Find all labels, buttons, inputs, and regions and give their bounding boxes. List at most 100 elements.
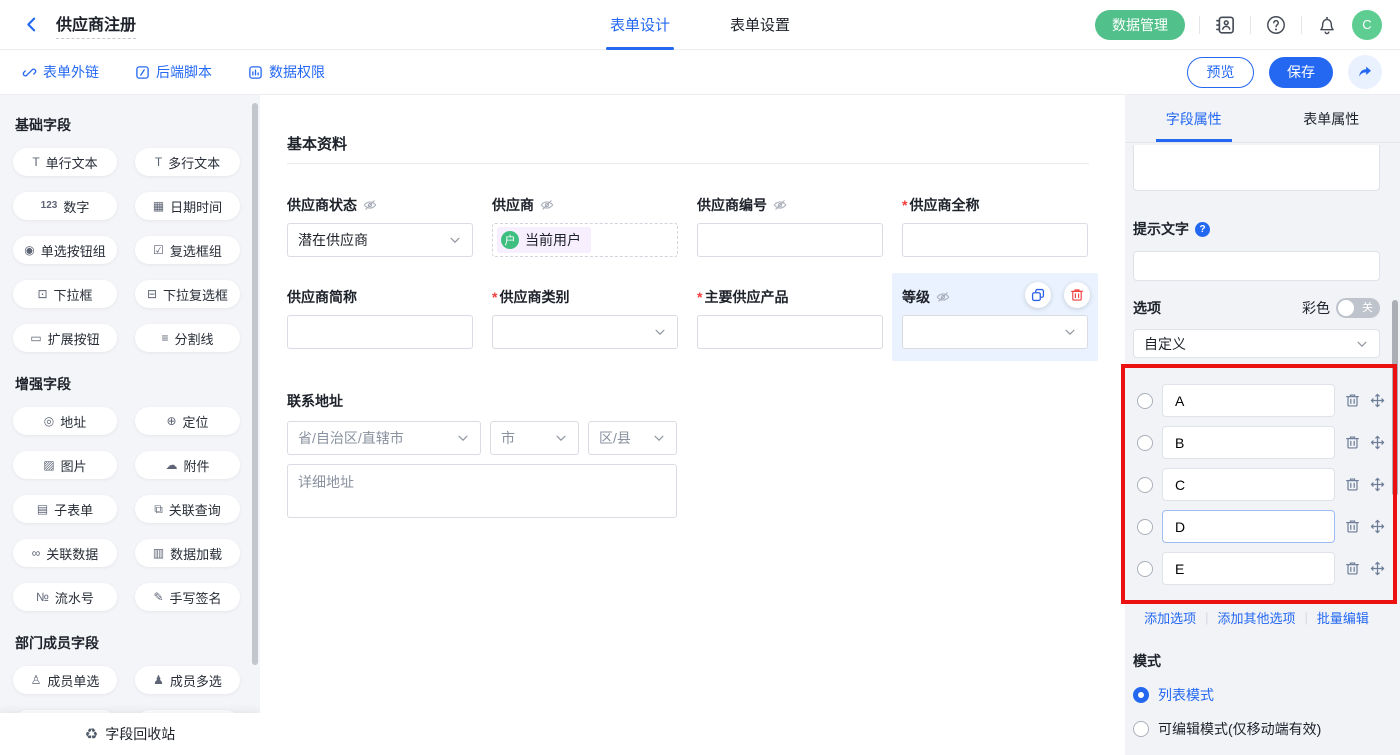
field-supplier-short-name[interactable]: 供应商简称 <box>287 287 473 349</box>
delete-option-button[interactable] <box>1344 561 1360 577</box>
color-toggle[interactable]: 关 <box>1336 298 1380 318</box>
preview-button[interactable]: 预览 <box>1187 57 1254 88</box>
option-value-input[interactable] <box>1162 510 1335 543</box>
field-item-member-single[interactable]: ♙成员单选 <box>13 666 117 694</box>
add-option-link[interactable]: 添加选项 <box>1144 608 1196 627</box>
field-item-address[interactable]: ◎地址 <box>13 407 117 435</box>
field-item-relation-query[interactable]: ⧉关联查询 <box>135 495 240 523</box>
supplier-no-input[interactable] <box>697 223 883 257</box>
field-grade-selected[interactable]: 等级 <box>902 287 1088 361</box>
field-supplier-status[interactable]: 供应商状态 潜在供应商 <box>287 195 473 257</box>
field-item-member-multi[interactable]: ♟成员多选 <box>135 666 240 694</box>
field-item-signature[interactable]: ✎手写签名 <box>135 583 240 611</box>
field-item-data-load[interactable]: ▥数据加载 <box>135 539 240 567</box>
dictionary-icon[interactable] <box>1214 14 1236 36</box>
supplier-full-name-input[interactable] <box>902 223 1088 257</box>
field-item-single-line-text[interactable]: T单行文本 <box>13 148 117 176</box>
option-radio[interactable] <box>1137 519 1153 535</box>
copy-field-button[interactable] <box>1025 282 1051 308</box>
field-item-multi-dropdown[interactable]: ⊟下拉复选框 <box>135 280 240 308</box>
field-supplier[interactable]: 供应商 户当前用户 <box>492 195 678 257</box>
tab-form-settings[interactable]: 表单设置 <box>730 0 790 50</box>
option-radio[interactable] <box>1137 561 1153 577</box>
mode-list-radio[interactable]: 列表模式 <box>1133 685 1380 705</box>
current-user-tag: 户当前用户 <box>497 227 591 253</box>
field-item-location[interactable]: ⊕定位 <box>135 407 240 435</box>
field-item-image[interactable]: ▨图片 <box>13 451 117 479</box>
option-value-input[interactable] <box>1162 468 1335 501</box>
delete-option-button[interactable] <box>1344 435 1360 451</box>
field-item-divider-line[interactable]: ≡分割线 <box>135 324 240 352</box>
field-item-subform[interactable]: ▤子表单 <box>13 495 117 523</box>
add-other-option-link[interactable]: 添加其他选项 <box>1217 608 1295 627</box>
field-item-checkbox-group[interactable]: ☑复选框组 <box>135 236 240 264</box>
delete-option-button[interactable] <box>1344 519 1360 535</box>
supplier-status-select[interactable]: 潜在供应商 <box>287 223 473 257</box>
district-select[interactable]: 区/县 <box>588 421 677 455</box>
grade-select[interactable] <box>902 315 1088 349</box>
move-icon <box>1370 393 1385 408</box>
batch-edit-link[interactable]: 批量编辑 <box>1317 608 1369 627</box>
sidebar-scrollbar[interactable] <box>252 103 258 665</box>
detail-address-textarea[interactable] <box>287 464 677 518</box>
drag-option-handle[interactable] <box>1369 561 1385 577</box>
delete-option-button[interactable] <box>1344 393 1360 409</box>
field-item-attachment[interactable]: ☁附件 <box>135 451 240 479</box>
drag-option-handle[interactable] <box>1369 477 1385 493</box>
address-pin-icon: ◎ <box>44 415 54 427</box>
help-badge-icon[interactable]: ? <box>1195 222 1210 237</box>
field-supplier-no[interactable]: 供应商编号 <box>697 195 883 257</box>
back-button[interactable] <box>20 14 42 36</box>
drag-option-handle[interactable] <box>1369 519 1385 535</box>
save-button[interactable]: 保存 <box>1269 57 1333 88</box>
field-contact-address[interactable]: 联系地址 省/自治区/直辖市 市 区/县 <box>287 391 677 521</box>
chevron-down-icon <box>1355 337 1369 351</box>
data-permission-link[interactable]: 数据权限 <box>248 62 325 82</box>
tab-field-properties[interactable]: 字段属性 <box>1125 95 1263 142</box>
field-item-serial-number[interactable]: №流水号 <box>13 583 117 611</box>
field-title-input-clipped[interactable] <box>1133 145 1380 191</box>
share-button[interactable] <box>1348 55 1382 89</box>
option-radio[interactable] <box>1137 477 1153 493</box>
help-icon[interactable] <box>1265 14 1287 36</box>
user-avatar[interactable]: C <box>1352 10 1382 40</box>
drag-option-handle[interactable] <box>1369 435 1385 451</box>
delete-option-button[interactable] <box>1344 477 1360 493</box>
field-item-relation-data[interactable]: ∞关联数据 <box>13 539 117 567</box>
form-toolbar: 表单外链 后端脚本 数据权限 预览 保存 <box>0 50 1400 95</box>
field-supplier-full-name[interactable]: *供应商全称 <box>902 195 1088 257</box>
form-external-link[interactable]: 表单外链 <box>22 62 99 82</box>
option-value-input[interactable] <box>1162 426 1335 459</box>
province-select[interactable]: 省/自治区/直辖市 <box>287 421 481 455</box>
option-radio[interactable] <box>1137 393 1153 409</box>
field-item-dropdown[interactable]: ⊡下拉框 <box>13 280 117 308</box>
drag-option-handle[interactable] <box>1369 393 1385 409</box>
supplier-category-select[interactable] <box>492 315 678 349</box>
data-manage-button[interactable]: 数据管理 <box>1095 10 1185 40</box>
delete-field-button[interactable] <box>1064 282 1090 308</box>
backend-script-link[interactable]: 后端脚本 <box>135 62 212 82</box>
field-item-radio-group[interactable]: ◉单选按钮组 <box>13 236 117 264</box>
field-item-extend-button[interactable]: ▭扩展按钮 <box>13 324 117 352</box>
field-item-number[interactable]: 123数字 <box>13 192 117 220</box>
field-supplier-category[interactable]: *供应商类别 <box>492 287 678 349</box>
tab-form-design[interactable]: 表单设计 <box>610 0 670 50</box>
option-source-select[interactable]: 自定义 <box>1133 329 1380 358</box>
option-value-input[interactable] <box>1162 552 1335 585</box>
supplier-member-field[interactable]: 户当前用户 <box>492 223 678 257</box>
hint-text-input[interactable] <box>1133 251 1380 281</box>
field-main-products[interactable]: *主要供应产品 <box>697 287 883 349</box>
supplier-short-name-input[interactable] <box>287 315 473 349</box>
tab-form-properties[interactable]: 表单属性 <box>1263 95 1400 142</box>
option-value-input[interactable] <box>1162 384 1335 417</box>
field-item-multi-line-text[interactable]: T多行文本 <box>135 148 240 176</box>
multi-dropdown-icon: ⊟ <box>147 288 157 300</box>
notification-bell-icon[interactable] <box>1316 14 1338 36</box>
city-select[interactable]: 市 <box>490 421 579 455</box>
option-radio[interactable] <box>1137 435 1153 451</box>
chevron-down-icon <box>456 431 470 445</box>
main-products-input[interactable] <box>697 315 883 349</box>
field-recycle-bin[interactable]: ♻字段回收站 <box>0 713 260 755</box>
mode-editable-radio[interactable]: 可编辑模式(仅移动端有效) <box>1133 719 1380 739</box>
field-item-datetime[interactable]: ▦日期时间 <box>135 192 240 220</box>
